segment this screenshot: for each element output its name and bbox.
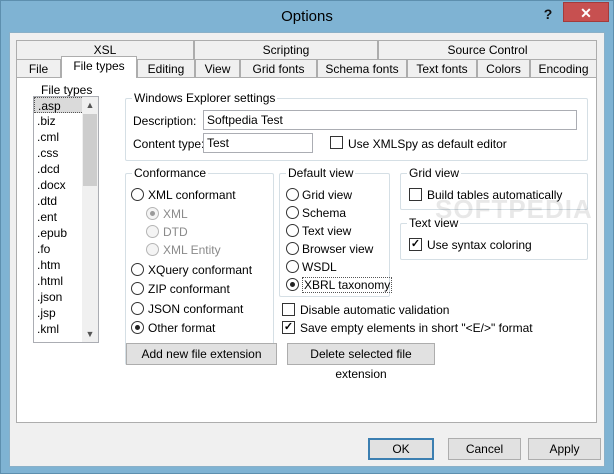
description-label: Description: (133, 114, 197, 128)
tab-colors[interactable]: Colors (477, 59, 530, 78)
default-view-option-label: Schema (302, 206, 347, 220)
scroll-up-icon[interactable]: ▲ (82, 97, 98, 113)
conformance-group: Conformance XML conformant XML DTD XML E… (125, 166, 274, 365)
file-types-scrollbar[interactable]: ▲ ▼ (82, 97, 98, 342)
explorer-settings-group: Windows Explorer settings Description: S… (125, 91, 588, 161)
zip-conformant-label: ZIP conformant (148, 282, 230, 296)
default-view-radio[interactable] (286, 224, 299, 237)
xquery-conformant-label: XQuery conformant (148, 263, 253, 277)
file-types-label: File types (39, 83, 95, 97)
close-icon[interactable]: ✕ (563, 2, 609, 22)
xml-entity-radio[interactable] (146, 243, 159, 256)
xml-conformant-radio[interactable] (131, 188, 144, 201)
tab-scripting[interactable]: Scripting (194, 40, 378, 59)
cancel-button[interactable]: Cancel (448, 438, 521, 460)
conformance-label: Conformance (132, 166, 209, 180)
default-view-option-label: XBRL taxonomy (302, 277, 393, 293)
tab-file-types[interactable]: File types (61, 56, 137, 78)
save-empty-label: Save empty elements in short "<E/>" form… (300, 321, 533, 335)
delete-extension-button[interactable]: Delete selected file extension (287, 343, 435, 381)
title-bar[interactable]: Options ? ✕ (1, 1, 613, 32)
description-field[interactable]: Softpedia Test (203, 110, 577, 130)
apply-button[interactable]: Apply (528, 438, 601, 460)
file-types-list[interactable]: .asp .biz .cml .css .dcd .docx .dtd .ent .epub .f… (33, 96, 99, 343)
tab-grid-fonts[interactable]: Grid fonts (240, 59, 317, 78)
tab-text-fonts[interactable]: Text fonts (407, 59, 477, 78)
window-title: Options (281, 8, 333, 25)
xml-label: XML (163, 207, 188, 221)
xml-entity-label: XML Entity (163, 243, 221, 257)
add-extension-button[interactable]: Add new file extension (126, 343, 277, 365)
default-editor-label: Use XMLSpy as default editor (348, 137, 507, 151)
content-type-field[interactable]: Test (203, 133, 313, 153)
default-view-option-label: WSDL (302, 260, 337, 274)
json-conformant-label: JSON conformant (148, 302, 244, 316)
tab-source-control[interactable]: Source Control (378, 40, 597, 59)
file-types-panel: File types .asp .biz .cml .css .dcd .docx .dtd… (16, 77, 597, 423)
other-format-radio[interactable] (131, 321, 144, 334)
help-icon[interactable]: ? (537, 4, 559, 24)
xml-radio[interactable] (146, 207, 159, 220)
explorer-settings-label: Windows Explorer settings (132, 91, 278, 105)
default-editor-checkbox[interactable] (330, 136, 343, 149)
default-view-label: Default view (286, 166, 356, 180)
other-format-label: Other format (148, 321, 216, 335)
default-view-radio[interactable] (286, 206, 299, 219)
default-view-radio[interactable] (286, 188, 299, 201)
save-empty-checkbox[interactable]: ✓ (282, 321, 295, 334)
default-view-option-label: Grid view (302, 188, 353, 202)
default-view-radio[interactable] (286, 242, 299, 255)
scroll-thumb[interactable] (83, 114, 97, 186)
build-tables-checkbox[interactable] (409, 188, 422, 201)
text-view-group: Text view ✓ Use syntax coloring (400, 216, 588, 260)
syntax-coloring-checkbox[interactable]: ✓ (409, 238, 422, 251)
xml-conformant-label: XML conformant (148, 188, 236, 202)
default-view-radio[interactable] (286, 260, 299, 273)
default-view-group: Default view Grid view Schema Text view Bro… (279, 166, 393, 297)
xquery-conformant-radio[interactable] (131, 263, 144, 276)
tab-view[interactable]: View (195, 59, 240, 78)
zip-conformant-radio[interactable] (131, 282, 144, 295)
tab-encoding[interactable]: Encoding (530, 59, 597, 78)
tab-schema-fonts[interactable]: Schema fonts (317, 59, 407, 78)
disable-validation-checkbox[interactable] (282, 303, 295, 316)
tab-editing[interactable]: Editing (137, 59, 195, 78)
default-view-option-label: Browser view (302, 242, 374, 256)
dialog-client-area: XSL Scripting Source Control File File t… (9, 32, 605, 467)
default-view-option-label: Text view (302, 224, 352, 238)
dtd-label: DTD (163, 225, 188, 239)
options-dialog: Options ? ✕ XSL Scripting Source Control… (0, 0, 614, 474)
syntax-coloring-label: Use syntax coloring (427, 238, 532, 252)
dtd-radio[interactable] (146, 225, 159, 238)
default-view-radio[interactable] (286, 278, 299, 291)
content-type-label: Content type: (133, 137, 205, 151)
scroll-down-icon[interactable]: ▼ (82, 326, 98, 342)
tab-file[interactable]: File (16, 59, 61, 78)
ok-button[interactable]: OK (368, 438, 434, 460)
softpedia-watermark: SOFTPEDIA (435, 194, 593, 224)
disable-validation-label: Disable automatic validation (300, 303, 450, 317)
grid-view-label: Grid view (407, 166, 462, 180)
json-conformant-radio[interactable] (131, 302, 144, 315)
